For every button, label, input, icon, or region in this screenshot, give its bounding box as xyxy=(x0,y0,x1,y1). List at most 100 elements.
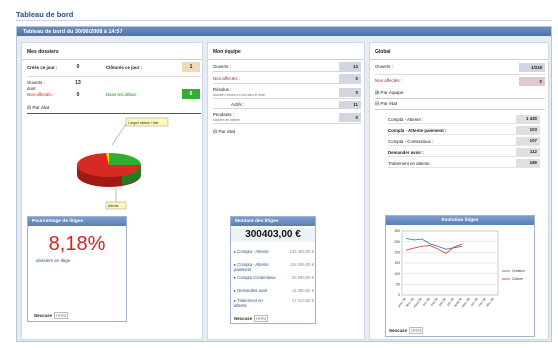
x-tick-label: mai-08 xyxy=(430,297,439,307)
clotures-label: Clôturés ce jour : xyxy=(106,65,143,70)
state-value: 107 xyxy=(516,137,540,145)
state-value: 103 xyxy=(516,126,540,134)
montant-item-label: ▸ Compta - Attente xyxy=(234,249,269,254)
state-row[interactable]: Compta - Contentieux : 107 xyxy=(388,136,540,146)
row-label: Pendants : dossiers en attente xyxy=(213,112,240,122)
brand-tag: HRM xyxy=(54,312,69,319)
montant-widget: Montant des litiges 300403,00 € ▸ Compta… xyxy=(230,216,316,324)
montant-item[interactable]: ▸ Compta Contentieux 20 090,00 € xyxy=(234,275,314,288)
row-value: 1/318 xyxy=(519,63,545,72)
neocase-logo: Neocase HRM xyxy=(389,327,424,334)
x-tick-label: juin-08 xyxy=(437,297,447,308)
litiges-sub: dossiers en litige xyxy=(36,258,71,263)
equipe-par-etat-toggle[interactable]: ⊟ Par état xyxy=(213,130,235,135)
global-column: Global Ouverts : 1/318 Non affectés : 0 … xyxy=(369,42,549,340)
equipe-row-non-affectes[interactable]: Non affectés : 0 xyxy=(213,74,361,84)
row-label: Ouverts : xyxy=(375,64,393,69)
state-label: Compta - Attente paiement : xyxy=(388,128,447,133)
state-label: Compta - Attente : xyxy=(388,117,424,122)
section-rule xyxy=(27,113,201,114)
state-row[interactable]: Demander avoir : 112 xyxy=(388,147,540,157)
global-par-etat-toggle[interactable]: ⊟ Par état xyxy=(375,102,397,107)
y-tick-label: 300 xyxy=(394,229,400,233)
montant-item-value: 118 286,00 € xyxy=(289,262,314,267)
pie-chart: Longue attente / état Attente xyxy=(77,117,169,210)
row-sublabel: dossiers en attente xyxy=(213,117,240,122)
row-label: Résolus : dossiers résolus et clos dans l… xyxy=(213,87,265,97)
row-value: 0 xyxy=(339,113,361,122)
state-label: Compta - Contentieux : xyxy=(388,139,434,144)
crees-value[interactable]: 0 xyxy=(70,62,86,72)
row-label: Non affectés : xyxy=(213,76,241,81)
divider xyxy=(27,76,201,77)
clotures-value[interactable]: 1 xyxy=(182,62,200,72)
brand-name: Neocase xyxy=(34,313,53,318)
montant-item-label: ▸ Compta Contentieux xyxy=(234,275,276,280)
state-row[interactable]: Traitement en attente : 189 xyxy=(388,158,540,168)
state-row[interactable]: Compta - Attente : 1 430 xyxy=(388,114,540,124)
brand-tag: HRM xyxy=(409,327,424,334)
x-tick-label: janv.-08 xyxy=(396,297,407,309)
brand-name: Neocase xyxy=(234,316,253,321)
dashboard-header: Tableau de bord du 30/06/2008 à 14:57 xyxy=(17,27,551,36)
legend-label: Création xyxy=(512,269,525,273)
montant-item-value: 20 090,00 € xyxy=(291,275,314,280)
non-affectes-value[interactable]: 0 xyxy=(70,90,86,100)
row-label: Non affectés : xyxy=(375,78,403,83)
pie-label-bottom: Attente xyxy=(108,204,119,208)
non-affectes-label: Non affectés : xyxy=(27,92,55,97)
row-label-text: Résolus : xyxy=(213,87,232,92)
montant-item-value: 11 250,00 € xyxy=(292,288,314,293)
dashboard-panel: Tableau de bord du 30/06/2008 à 14:57 Me… xyxy=(16,26,552,342)
equipe-row-actifs[interactable]: Actifs : 11 xyxy=(213,101,361,109)
state-value: 1 430 xyxy=(516,115,540,123)
x-tick-label: déc.-08 xyxy=(485,297,495,308)
evolution-widget: Evolution litiges 0 50 100 150 200 250 300 janv… xyxy=(385,215,535,337)
row-value: 11 xyxy=(339,101,361,108)
dont-label: dont xyxy=(27,86,36,91)
y-tick-label: 250 xyxy=(394,240,400,244)
state-row[interactable]: Compta - Attente paiement : 103 xyxy=(388,125,540,135)
row-value: 0 xyxy=(339,74,361,83)
legend-label: Clôture xyxy=(512,277,523,281)
title-divider xyxy=(16,20,552,21)
y-tick-label: 0 xyxy=(398,293,400,297)
equipe-row-pendants[interactable]: Pendants : dossiers en attente 0 xyxy=(213,111,361,124)
par-etat-toggle[interactable]: ⊟ Par état xyxy=(27,106,49,111)
row-label: Actifs : xyxy=(231,102,245,107)
global-par-equipe-toggle[interactable]: ⊞ Par équipe xyxy=(375,91,404,96)
montant-item[interactable]: ▸ Demandes avoir 11 250,00 € xyxy=(234,288,314,298)
montant-widget-title: Montant des litiges xyxy=(231,217,315,226)
neocase-logo: Neocase HRM xyxy=(34,312,69,319)
mon-equipe-column: Mon équipe Ouverts : 13 Non affectés : 0… xyxy=(207,42,365,340)
ouverts-value[interactable]: 13 xyxy=(70,78,86,88)
pie-label-top: Longue attente / état xyxy=(128,121,158,125)
montant-item-label: ▸ Traitement en attente xyxy=(234,298,263,308)
dans-delais-value[interactable]: 6 xyxy=(182,89,200,99)
row-value: 13 xyxy=(339,62,361,71)
y-tick-label: 50 xyxy=(396,283,400,287)
row-value: 0 xyxy=(339,88,361,97)
brand-name: Neocase xyxy=(389,328,408,333)
montant-item-label: ▸ Compta - Attente paiement xyxy=(234,262,269,272)
montant-item-value: 133 485,00 € xyxy=(289,249,314,254)
row-label-text: Pendants : xyxy=(213,112,234,117)
pie-leader-top xyxy=(111,123,127,146)
evolution-widget-title: Evolution litiges xyxy=(386,216,534,225)
equipe-row-ouverts[interactable]: Ouverts : 13 xyxy=(213,62,361,72)
divider xyxy=(375,74,545,75)
state-value: 189 xyxy=(516,159,540,167)
y-tick-label: 100 xyxy=(394,272,400,276)
montant-list: ▸ Compta - Attente 133 485,00 € ▸ Compta … xyxy=(234,249,314,311)
litiges-widget: Pourcentage de litiges 8,18% dossiers en… xyxy=(27,216,127,322)
state-label: Traitement en attente : xyxy=(388,161,433,166)
montant-item[interactable]: ▸ Compta - Attente 133 485,00 € xyxy=(234,249,314,262)
row-label: Ouverts : xyxy=(213,64,231,69)
montant-item[interactable]: ▸ Compta - Attente paiement 118 286,00 € xyxy=(234,262,314,275)
brand-tag: HRM xyxy=(254,315,269,322)
montant-item[interactable]: ▸ Traitement en attente 17 413,00 € xyxy=(234,298,314,311)
dans-delais-label: Dans les délais : xyxy=(106,92,139,97)
y-tick-label: 200 xyxy=(394,251,400,255)
equipe-row-resolus[interactable]: Résolus : dossiers résolus et clos dans l… xyxy=(213,86,361,99)
evolution-line-chart: 050100150200250300janv.-08févr.-08mars-0… xyxy=(394,229,525,309)
